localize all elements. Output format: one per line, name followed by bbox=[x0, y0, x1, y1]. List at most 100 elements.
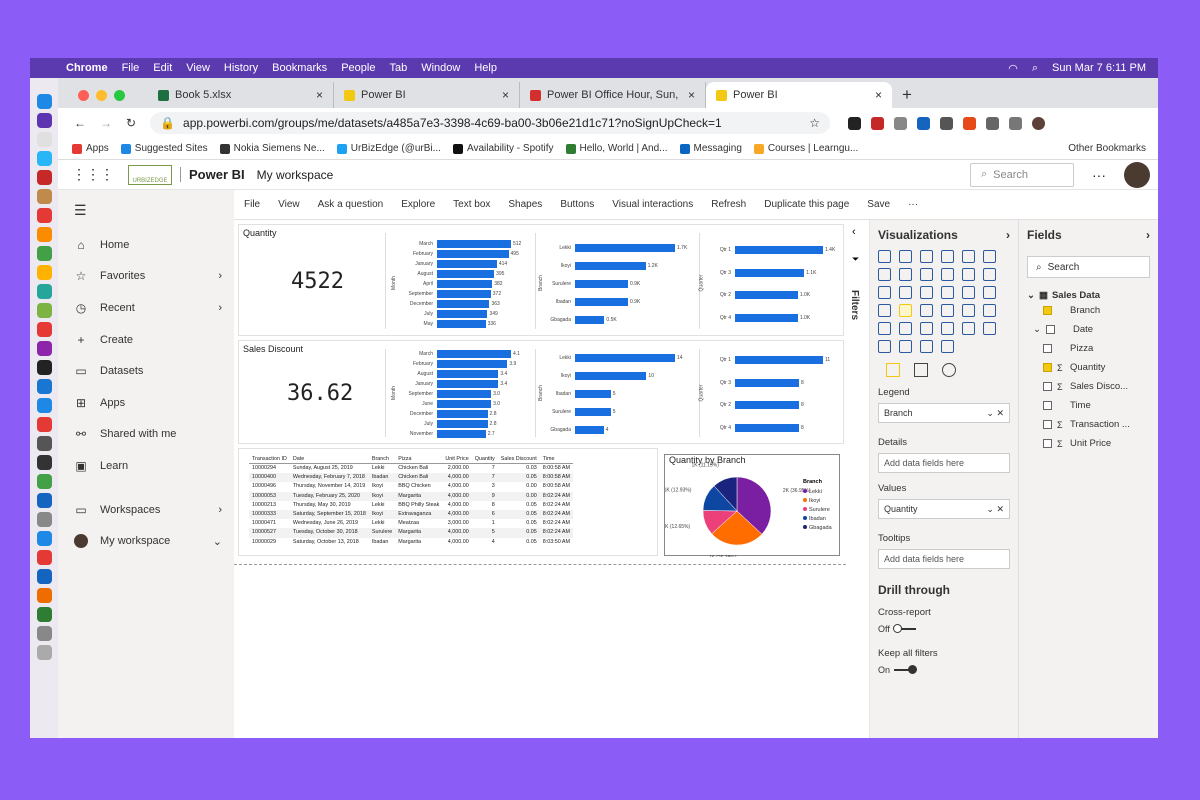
dock-app-icon[interactable] bbox=[36, 189, 52, 204]
quantity-row[interactable]: Quantity 4522 Month March 512 February 495 Ja… bbox=[238, 224, 844, 336]
field-checkbox[interactable] bbox=[1043, 420, 1052, 429]
bookmark[interactable]: Availability - Spotify bbox=[452, 143, 554, 154]
bar[interactable] bbox=[437, 290, 491, 298]
bookmark[interactable]: Hello, World | And... bbox=[565, 143, 668, 154]
bar[interactable] bbox=[575, 280, 628, 288]
bar[interactable] bbox=[735, 401, 799, 410]
visual-type-icon[interactable] bbox=[920, 322, 933, 335]
visual-type-icon[interactable] bbox=[920, 268, 933, 281]
visual-type-icon[interactable] bbox=[983, 322, 996, 335]
nav-item-recent[interactable]: ◷ Recent › bbox=[58, 292, 234, 324]
visual-type-icon[interactable] bbox=[878, 304, 891, 317]
bar[interactable] bbox=[575, 298, 628, 306]
profile-icon[interactable] bbox=[1032, 116, 1046, 130]
extension-icon[interactable] bbox=[871, 116, 885, 130]
menu-app[interactable]: Chrome bbox=[66, 62, 108, 74]
dock-app-icon[interactable] bbox=[36, 303, 52, 318]
toolbar-shapes[interactable]: Shapes bbox=[508, 199, 542, 210]
field-checkbox[interactable] bbox=[1043, 306, 1052, 315]
toolbar-refresh[interactable]: Refresh bbox=[711, 199, 746, 210]
visual-type-icon[interactable] bbox=[920, 340, 933, 353]
dock-app-icon[interactable] bbox=[36, 322, 52, 337]
visual-type-icon[interactable] bbox=[878, 286, 891, 299]
extension-icon[interactable] bbox=[940, 116, 954, 130]
bar[interactable] bbox=[575, 354, 675, 362]
bar[interactable] bbox=[437, 310, 488, 318]
column-header[interactable]: Date bbox=[289, 455, 369, 464]
nav-item-workspaces[interactable]: ▭ Workspaces › bbox=[58, 494, 234, 526]
visual-type-icon[interactable] bbox=[983, 304, 996, 317]
bar[interactable] bbox=[437, 350, 511, 358]
visual-type-icon[interactable] bbox=[962, 268, 975, 281]
bar[interactable] bbox=[575, 316, 605, 324]
pie-chart[interactable]: 2K (36.95%)1K (26.38%)1K (12.65%)1K (12.… bbox=[665, 455, 841, 557]
bar[interactable] bbox=[735, 268, 805, 277]
field-branch[interactable]: Branch bbox=[1027, 301, 1150, 320]
visual-type-icon[interactable] bbox=[899, 286, 912, 299]
app-launcher-icon[interactable]: ⋮⋮⋮ bbox=[72, 166, 114, 183]
bar[interactable] bbox=[735, 378, 799, 387]
visual-type-icon[interactable] bbox=[899, 268, 912, 281]
toolbar-ask-a-question[interactable]: Ask a question bbox=[318, 199, 384, 210]
menu-history[interactable]: History bbox=[224, 62, 258, 74]
dock-app-icon[interactable] bbox=[36, 493, 52, 508]
bar[interactable] bbox=[735, 356, 823, 365]
bar[interactable] bbox=[437, 390, 492, 398]
field-date[interactable]: ⌄ Date bbox=[1027, 320, 1150, 339]
legend-well[interactable]: Branch ⌄ ✕ bbox=[878, 403, 1010, 423]
dock-app-icon[interactable] bbox=[36, 265, 52, 280]
dock-app-icon[interactable] bbox=[36, 645, 52, 660]
bar[interactable] bbox=[575, 390, 611, 398]
browser-tab[interactable]: Power BI × bbox=[334, 82, 520, 108]
bar-chart-disc-quarter[interactable]: Quarter Qtr 1 11 Qtr 3 8 Qtr 2 8 Qtr 4 8 bbox=[698, 349, 841, 439]
legend-item[interactable]: Gbagada bbox=[809, 525, 833, 531]
legend-item[interactable]: Ikoyi bbox=[809, 498, 820, 504]
dock-app-icon[interactable] bbox=[36, 151, 52, 166]
field-time[interactable]: Time bbox=[1027, 396, 1150, 415]
search-icon[interactable]: ⌕ bbox=[1032, 62, 1038, 75]
visual-type-icon[interactable] bbox=[878, 268, 891, 281]
field-quantity[interactable]: Σ Quantity bbox=[1027, 358, 1150, 377]
other-bookmarks[interactable]: Other Bookmarks bbox=[1068, 143, 1158, 154]
chevron-right-icon[interactable]: › bbox=[218, 302, 234, 314]
dock-app-icon[interactable] bbox=[36, 607, 52, 622]
field-pizza[interactable]: Pizza bbox=[1027, 339, 1150, 358]
values-well[interactable]: Quantity ⌄ ✕ bbox=[878, 499, 1010, 519]
dock-app-icon[interactable] bbox=[36, 512, 52, 527]
bar[interactable] bbox=[575, 408, 611, 416]
bar[interactable] bbox=[437, 300, 490, 308]
toolbar-file[interactable]: File bbox=[244, 199, 260, 210]
bar[interactable] bbox=[437, 400, 492, 408]
more-icon[interactable]: ··· bbox=[908, 199, 918, 210]
toolbar-buttons[interactable]: Buttons bbox=[560, 199, 594, 210]
bar[interactable] bbox=[735, 246, 823, 255]
bar[interactable] bbox=[437, 360, 508, 368]
menu-bookmarks[interactable]: Bookmarks bbox=[272, 62, 327, 74]
bar[interactable] bbox=[437, 270, 495, 278]
field-checkbox[interactable] bbox=[1043, 344, 1052, 353]
visual-type-icon[interactable] bbox=[878, 340, 891, 353]
bar[interactable] bbox=[575, 244, 675, 252]
dock-app-icon[interactable] bbox=[36, 341, 52, 356]
menu-help[interactable]: Help bbox=[474, 62, 497, 74]
legend-item[interactable]: Ibadan bbox=[809, 516, 826, 522]
chevron-down-icon[interactable]: ⌄ bbox=[1027, 290, 1035, 301]
bar-chart-disc-branch[interactable]: Branch Lekki 14 Ikoyi 10 Ibadan 5 Surulere 5 Gbag… bbox=[538, 349, 693, 439]
bar[interactable] bbox=[575, 426, 604, 434]
visual-type-icon[interactable] bbox=[899, 250, 912, 263]
bar[interactable] bbox=[735, 291, 798, 300]
browser-tab[interactable]: Power BI Office Hour, Sun, Ma × bbox=[520, 82, 706, 108]
dock-app-icon[interactable] bbox=[36, 113, 52, 128]
visual-type-icon[interactable] bbox=[983, 268, 996, 281]
visual-type-icon[interactable] bbox=[983, 250, 996, 263]
table-row[interactable]: 10000333 Saturday, September 15, 2018 Ikoy… bbox=[249, 510, 574, 520]
field-sales-disco-[interactable]: Σ Sales Disco... bbox=[1027, 377, 1150, 396]
dock-app-icon[interactable] bbox=[36, 208, 52, 223]
bar[interactable] bbox=[437, 280, 493, 288]
product-name[interactable]: Power BI bbox=[180, 167, 245, 182]
bar[interactable] bbox=[575, 262, 646, 270]
extension-icon[interactable] bbox=[848, 116, 862, 130]
visual-type-icon[interactable] bbox=[983, 286, 996, 299]
dock-app-icon[interactable] bbox=[36, 132, 52, 147]
discount-row[interactable]: Sales Discount 36.62 Month March 4.1 Februa… bbox=[238, 340, 844, 444]
